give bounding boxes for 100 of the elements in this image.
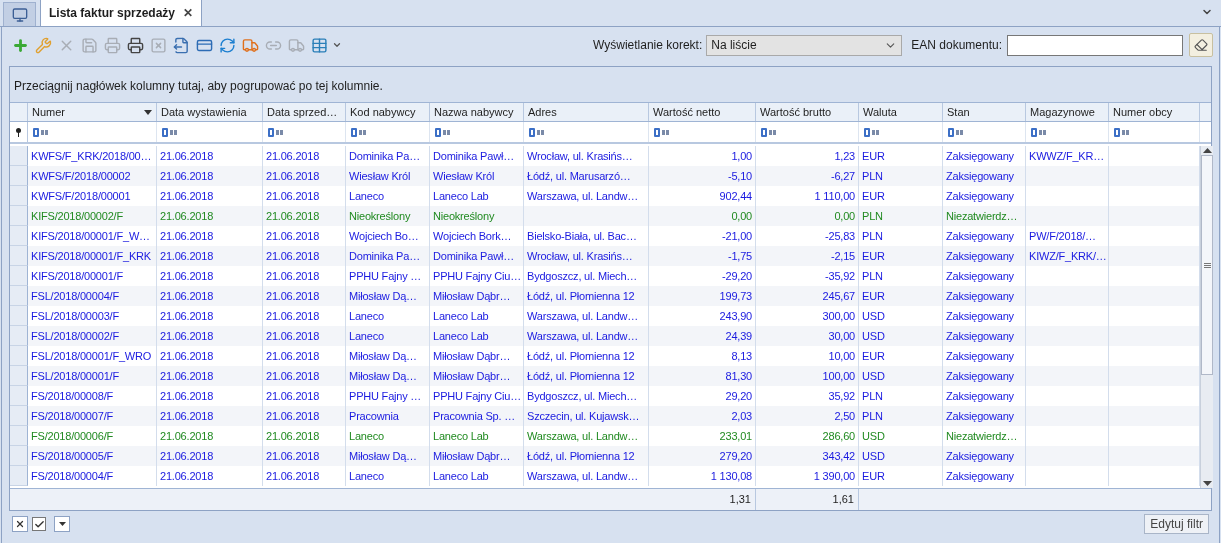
table-icon[interactable] — [311, 36, 328, 54]
ean-field[interactable] — [1007, 34, 1183, 56]
grip-icon[interactable] — [1203, 262, 1211, 268]
table-cell-text: 243,90 — [719, 308, 752, 324]
printer-icon[interactable] — [127, 36, 144, 54]
table-cell-text: Szczecin, ul. Kujawsk… — [527, 408, 640, 424]
corrections-dropdown[interactable]: Na liście — [706, 34, 903, 56]
clear-filter-button[interactable] — [12, 516, 28, 532]
scroll-down-icon[interactable] — [1202, 481, 1212, 486]
table-cell-text: KIFS/2018/00001/F_KRK — [31, 248, 151, 264]
row-indicator[interactable] — [10, 226, 28, 246]
table-cell-text: 8,13 — [731, 348, 752, 364]
table-cell-text: 21.06.2018 — [160, 328, 214, 344]
table-cell-text: Nieokreślony — [349, 208, 411, 224]
column-header[interactable]: Nazwa nabywcy — [430, 103, 524, 121]
row-indicator[interactable] — [10, 306, 28, 326]
table-cell-text: 21.06.2018 — [266, 448, 320, 464]
column-header[interactable]: Data sprzed… — [263, 103, 346, 121]
pin-icon — [16, 127, 21, 137]
row-indicator[interactable] — [10, 386, 28, 406]
column-header[interactable]: Kod nabywcy — [346, 103, 430, 121]
table-row[interactable]: KIFS/2018/00001/F_KRK 21.06.2018 21.06.2018 Dominika Pa… Dominika Pawł… Wrocław, ul. Krasińs… -1,75 -2,15 EUR Zaksięgowany KIWZ/F_KRK/… — [10, 246, 1200, 266]
table-cell-text: Zaksięgowany — [946, 268, 1014, 284]
table-cell-text: Wiesław Król — [433, 168, 495, 184]
row-indicator[interactable] — [10, 206, 28, 226]
table-cell-text: 21.06.2018 — [266, 348, 320, 364]
row-indicator[interactable] — [10, 246, 28, 266]
caret-icon[interactable] — [332, 40, 342, 50]
column-header[interactable]: Data wystawienia — [157, 103, 263, 121]
table-row[interactable]: FSL/2018/00004/F 21.06.2018 21.06.2018 Miłosław Dą… Miłosław Dąbr… Łódź, ul. Płomienna 12 199,73 245,67 EUR Zaksięgowany — [10, 286, 1200, 306]
plus-icon[interactable] — [12, 36, 29, 54]
table-cell-text: Warszawa, ul. Landw… — [527, 468, 639, 484]
scroll-up-icon[interactable] — [1202, 148, 1212, 153]
table-row[interactable]: FS/2018/00007/F 21.06.2018 21.06.2018 Pracownia Pracownia Sp. … Szczecin, ul. Kujawsk… 2,03 2,50 PLN Zaksięgowany — [10, 406, 1200, 426]
table-cell-text: 30,00 — [828, 328, 855, 344]
table-cell-text: USD — [862, 448, 885, 464]
table-row[interactable]: FS/2018/00004/F 21.06.2018 21.06.2018 Laneco Laneco Lab Warszawa, ul. Landw… 1 130,08 1 390,00 EUR Zaksięgowany — [10, 466, 1200, 486]
table-cell-text: 21.06.2018 — [266, 288, 320, 304]
column-header[interactable]: Adres — [524, 103, 649, 121]
table-row[interactable]: FSL/2018/00002/F 21.06.2018 21.06.2018 Laneco Laneco Lab Warszawa, ul. Landw… 24,39 30,00 USD Zaksięgowany — [10, 326, 1200, 346]
row-indicator[interactable] — [10, 266, 28, 286]
table-cell-text: Laneco — [349, 468, 384, 484]
edit-filter-button[interactable]: Edytuj filtr — [1144, 514, 1209, 534]
column-header[interactable]: Numer obcy — [1109, 103, 1200, 121]
home-tab[interactable] — [3, 2, 36, 26]
table-cell-text: Zaksięgowany — [946, 388, 1014, 404]
filter-menu-button[interactable] — [54, 516, 70, 532]
sort-icon[interactable] — [144, 109, 152, 115]
table-cell-text: 21.06.2018 — [266, 228, 320, 244]
row-indicator[interactable] — [10, 186, 28, 206]
text-filter-icon — [33, 127, 49, 137]
table-cell-text: Bydgoszcz, ul. Miech… — [527, 388, 638, 404]
row-indicator[interactable] — [10, 326, 28, 346]
clear-button[interactable] — [1189, 33, 1213, 57]
table-cell-text: Zaksięgowany — [946, 328, 1014, 344]
column-header[interactable]: Waluta — [859, 103, 943, 121]
column-header[interactable]: Magazynowe — [1026, 103, 1109, 121]
row-indicator[interactable] — [10, 366, 28, 386]
row-indicator[interactable] — [10, 146, 28, 166]
table-row[interactable]: KWFS/F_KRK/2018/00… 21.06.2018 21.06.2018 Dominika Pa… Dominika Pawł… Wrocław, ul. Krasińs… 1,00 1,23 EUR Zaksięgowany KWWZ/F_KR… — [10, 146, 1200, 166]
table-row[interactable]: FS/2018/00005/F 21.06.2018 21.06.2018 Miłosław Dą… Miłosław Dąbr… Łódź, ul. Płomienna 12 279,20 343,42 USD Zaksięgowany — [10, 446, 1200, 466]
column-header[interactable]: Stan — [943, 103, 1026, 121]
row-indicator[interactable] — [10, 426, 28, 446]
wrench-icon[interactable] — [35, 36, 52, 54]
table-row[interactable]: KIFS/2018/00001/F 21.06.2018 21.06.2018 PPHU Fajny … PPHU Fajny Ciu… Bydgoszcz, ul. Miech… -29,20 -35,92 PLN Zaksięgowany — [10, 266, 1200, 286]
table-row[interactable]: KIFS/2018/00002/F 21.06.2018 21.06.2018 Nieokreślony Nieokreślony 0,00 0,00 PLN Niezatwierdz… — [10, 206, 1200, 226]
document-tab[interactable]: Lista faktur sprzedaży ✕ — [40, 0, 203, 26]
row-indicator[interactable] — [10, 446, 28, 466]
table-row[interactable]: FS/2018/00008/F 21.06.2018 21.06.2018 PPHU Fajny … PPHU Fajny Ciu… Bydgoszcz, ul. Miech… 29,20 35,92 PLN Zaksięgowany — [10, 386, 1200, 406]
row-indicator[interactable] — [10, 406, 28, 426]
row-indicator[interactable] — [10, 466, 28, 486]
table-cell-text: Łódź, ul. Płomienna 12 — [527, 348, 635, 364]
eraser-icon — [1194, 38, 1208, 52]
table-cell-text: Warszawa, ul. Landw… — [527, 328, 639, 344]
table-row[interactable]: KIFS/2018/00001/F_W… 21.06.2018 21.06.2018 Wojciech Bo… Wojciech Bork… Bielsko-Biała, ul. Bac… -21,00 -25,83 PLN Zaksięgowany PW/F/2018/… — [10, 226, 1200, 246]
table-cell-text: -5,10 — [727, 168, 752, 184]
scrollbar[interactable] — [1200, 146, 1213, 488]
table-cell-text: 21.06.2018 — [160, 208, 214, 224]
table-row[interactable]: KWFS/F/2018/00001 21.06.2018 21.06.2018 Laneco Laneco Lab Warszawa, ul. Landw… 902,44 1 110,00 EUR Zaksięgowany — [10, 186, 1200, 206]
table-cell-text: 2,03 — [731, 408, 752, 424]
row-indicator[interactable] — [10, 166, 28, 186]
document-arrow-icon[interactable] — [173, 36, 190, 54]
table-cell-text: 343,42 — [822, 448, 855, 464]
table-row[interactable]: FSL/2018/00003/F 21.06.2018 21.06.2018 Laneco Laneco Lab Warszawa, ul. Landw… 243,90 300,00 USD Zaksięgowany — [10, 306, 1200, 326]
row-indicator[interactable] — [10, 346, 28, 366]
table-cell-text: FS/2018/00004/F — [31, 468, 113, 484]
table-row[interactable]: FS/2018/00006/F 21.06.2018 21.06.2018 Laneco Laneco Lab Warszawa, ul. Landw… 233,01 286,60 USD Niezatwierdz… — [10, 426, 1200, 446]
table-cell-text: USD — [862, 428, 885, 444]
column-header[interactable]: Numer — [28, 103, 157, 121]
refresh-icon[interactable] — [219, 36, 236, 54]
truck-icon[interactable] — [242, 36, 259, 54]
column-header[interactable]: Wartość brutto — [756, 103, 859, 121]
table-cell-text: 21.06.2018 — [160, 428, 214, 444]
table-row[interactable]: KWFS/F/2018/00002 21.06.2018 21.06.2018 Wiesław Król Wiesław Król Łódź, ul. Marusarzó… -5,10 -6,27 PLN Zaksięgowany — [10, 166, 1200, 186]
filter-checkbox[interactable] — [32, 517, 46, 531]
column-header[interactable]: Wartość netto — [649, 103, 756, 121]
table-row[interactable]: FSL/2018/00001/F_WRO 21.06.2018 21.06.2018 Miłosław Dą… Miłosław Dąbr… Łódź, ul. Płomienna 12 8,13 10,00 EUR Zaksięgowany — [10, 346, 1200, 366]
row-indicator[interactable] — [10, 286, 28, 306]
table-row[interactable]: FSL/2018/00001/F 21.06.2018 21.06.2018 Miłosław Dą… Miłosław Dąbr… Łódź, ul. Płomienna 12 81,30 100,00 USD Zaksięgowany — [10, 366, 1200, 386]
close-button[interactable]: ✕ — [183, 4, 194, 22]
